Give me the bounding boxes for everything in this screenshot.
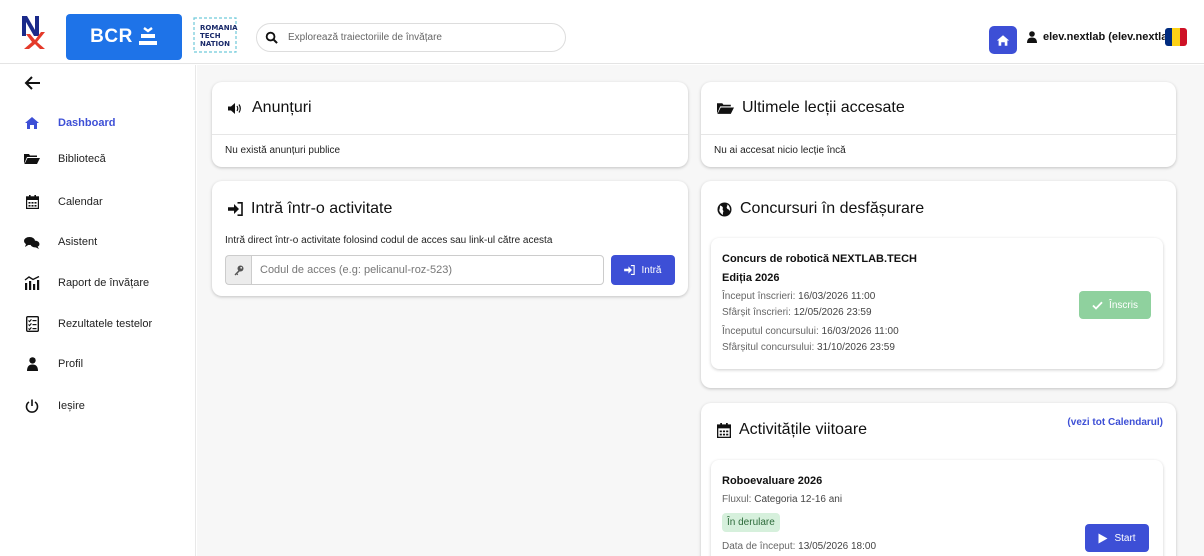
join-button[interactable]: Intră [611,255,675,285]
card-title: Concursuri în desfășurare [717,200,924,218]
sidebar-item-label: Profil [58,358,84,370]
start-button[interactable]: Start [1085,524,1149,552]
sidebar-item-label: Raport de învățare [58,277,150,289]
sidebar-item-profil[interactable]: Profil [24,353,83,375]
search-input[interactable] [288,32,558,43]
recent-lessons-empty-text: Nu ai accesat nicio lecție încă [714,145,846,156]
bcr-logo[interactable]: BCR [66,14,182,60]
divider [701,134,1176,135]
calendar-icon [24,194,40,210]
join-activity-card: Intră într-o activitate Intră direct înt… [212,181,688,296]
chart-icon [24,275,40,291]
contest-end: Sfârșitul concursului: 31/10/2026 23:59 [722,342,895,353]
activity-name: Roboevaluare 2026 [722,475,823,487]
join-activity-description: Intră direct într-o activitate folosind … [225,235,553,246]
sidebar-item-iesire[interactable]: Ieșire [24,395,85,417]
megaphone-icon [228,102,241,114]
sidebar-item-calendar[interactable]: Calendar [24,191,103,213]
contest-edition: Ediția 2026 [722,272,780,284]
enrolled-button[interactable]: Înscris [1079,291,1151,319]
bcr-logo-mark-icon [138,27,157,45]
key-icon [225,255,251,285]
recent-lessons-card: Ultimele lecții accesate Nu ai accesat n… [701,82,1176,167]
search-icon [265,31,278,44]
play-icon [1098,533,1108,543]
check-icon [1092,301,1103,310]
home-button[interactable] [989,26,1017,54]
sidebar-item-rezultate-teste[interactable]: Rezultatele testelor [24,313,152,335]
romania-tech-nation-logo[interactable]: ROMANIA TECH NATION [190,15,240,55]
sidebar-item-label: Dashboard [58,117,116,129]
sidebar-item-label: Ieșire [58,400,85,412]
sidebar-item-label: Bibliotecă [58,153,106,165]
comments-icon [24,234,40,250]
registration-end: Sfârșit înscrieri: 12/05/2026 23:59 [722,307,872,318]
power-icon [24,398,40,414]
calendar-icon [717,422,731,438]
user-icon [24,356,40,372]
sidebar-item-biblioteca[interactable]: Bibliotecă [24,148,106,170]
card-title: Ultimele lecții accesate [717,99,905,117]
back-arrow-icon[interactable] [24,74,42,92]
status-badge: În derulare [722,513,780,532]
announcements-card: Anunțuri Nu există anunțuri publice [212,82,688,167]
sidebar-item-label: Rezultatele testelor [58,318,153,330]
access-code-group [225,255,604,285]
test-list-icon [24,316,40,332]
sidebar-item-label: Calendar [58,196,103,208]
user-icon [1027,31,1037,43]
activity-start-date: Data de început: 13/05/2026 18:00 [722,541,877,552]
access-code-input[interactable] [251,255,604,285]
sign-in-icon [228,202,243,216]
announcements-empty-text: Nu există anunțuri publice [225,145,341,156]
sidebar-item-raport-invatare[interactable]: Raport de învățare [24,272,149,294]
sidebar: Dashboard Bibliotecă Calendar Asistent R… [0,65,196,556]
globe-icon [717,202,732,216]
view-calendar-link[interactable]: (vezi tot Calendarul) [1067,417,1163,428]
card-title: Activitățile viitoare [717,421,867,439]
nextlab-logo[interactable] [20,14,48,50]
folder-open-icon [717,102,734,114]
upcoming-activities-card: Activitățile viitoare (vezi tot Calendar… [701,403,1176,556]
card-title: Anunțuri [228,99,312,117]
sign-in-icon [624,265,636,275]
sidebar-item-dashboard[interactable]: Dashboard [24,112,115,134]
username: elev.nextlab (elev.nextlab) [1043,31,1178,43]
folder-open-icon [24,151,40,167]
contest-start: Începutul concursului: 16/03/2026 11:00 [722,326,899,337]
contest-name: Concurs de robotică NEXTLAB.TECH [722,253,917,265]
home-icon [24,115,40,131]
user-menu[interactable]: elev.nextlab (elev.nextlab) [1027,31,1178,43]
card-title: Intră într-o activitate [228,200,392,218]
sidebar-item-asistent[interactable]: Asistent [24,231,97,253]
divider [212,134,688,135]
activity-item[interactable]: Roboevaluare 2026 Fluxul: Categoria 12-1… [711,460,1163,556]
main-content: Anunțuri Nu există anunțuri publice Intr… [197,65,1204,556]
contests-card: Concursuri în desfășurare Concurs de rob… [701,181,1176,388]
registration-start: Început înscrieri: 16/03/2026 11:00 [722,291,876,302]
svg-text:TECH: TECH [200,32,221,40]
activity-flow: Fluxul: Categoria 12-16 ani [722,494,843,505]
contest-item[interactable]: Concurs de robotică NEXTLAB.TECH Ediția … [711,238,1163,369]
sidebar-item-label: Asistent [58,236,98,248]
svg-text:ROMANIA: ROMANIA [200,24,238,32]
top-bar: BCR ROMANIA TECH NATION elev.nextlab (el… [0,0,1204,64]
svg-text:NATION: NATION [200,40,230,48]
romanian-flag-icon[interactable] [1165,28,1187,46]
home-icon [996,34,1010,46]
search-bar[interactable] [256,23,566,52]
